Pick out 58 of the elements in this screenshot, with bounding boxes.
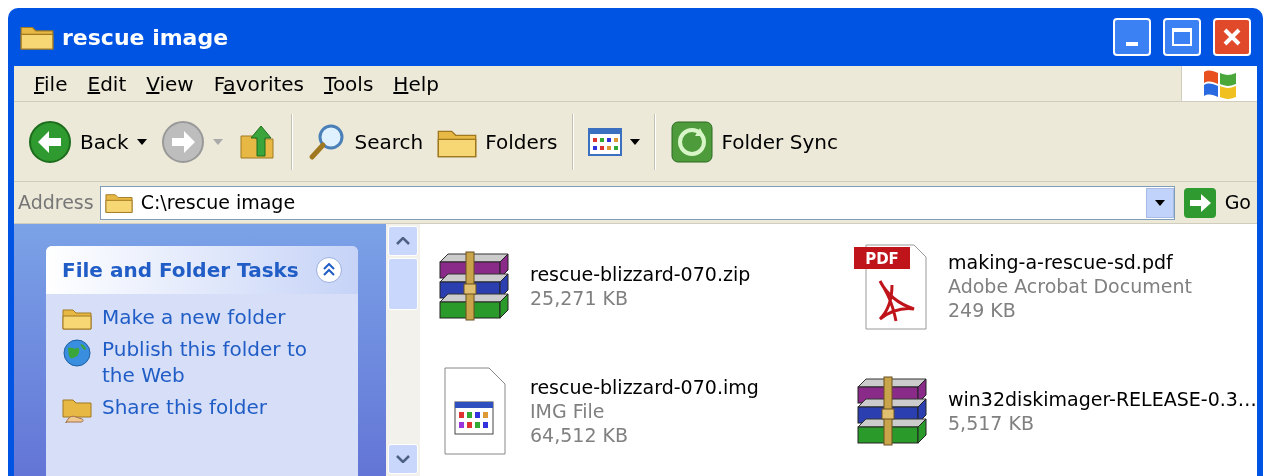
- menu-item[interactable]: Favorites: [205, 68, 313, 99]
- file-detail: 249 KB: [948, 298, 1017, 322]
- back-button[interactable]: Back: [24, 117, 151, 166]
- caret-icon: [1154, 199, 1165, 206]
- file-item[interactable]: PDF making-a-rescue-sd.pdf Adobe Acrobat Document 249 KB: [850, 234, 1257, 338]
- maximize-icon: [1172, 28, 1192, 46]
- tasks-title: File and Folder Tasks: [62, 257, 300, 284]
- file-detail: 5,517 KB: [948, 411, 1035, 435]
- address-value: C:\rescue image: [140, 190, 297, 216]
- caret-icon: [212, 138, 223, 145]
- close-icon: [1222, 27, 1242, 47]
- file-detail: 25,271 KB: [530, 286, 629, 310]
- down-chevron-icon: [396, 455, 410, 463]
- scrollbar[interactable]: [386, 224, 420, 476]
- menu-item[interactable]: Help: [385, 68, 447, 99]
- file-item[interactable]: rescue-blizzard-070.zip 25,271 KB: [432, 234, 850, 338]
- minimize-button[interactable]: [1113, 18, 1151, 56]
- go-button[interactable]: Go: [1180, 186, 1253, 219]
- scroll-down-button[interactable]: [388, 444, 418, 474]
- task-link[interactable]: Share this folder: [102, 394, 322, 420]
- collapse-button[interactable]: [316, 257, 342, 283]
- chevron-icon: [323, 263, 335, 277]
- address-label: Address: [18, 190, 94, 216]
- folder-icon: [104, 191, 133, 214]
- scroll-thumb[interactable]: [388, 258, 418, 310]
- menu-item[interactable]: Tools: [316, 68, 382, 99]
- file-name: win32diskimager-RELEASE-0.3…: [948, 387, 1257, 411]
- window-title: rescue image: [62, 23, 230, 52]
- caret-icon: [136, 138, 147, 145]
- sync-icon: [669, 119, 714, 164]
- folders-button[interactable]: Folders: [433, 123, 562, 160]
- caret-icon: [629, 138, 640, 145]
- file-detail: IMG File: [530, 399, 606, 423]
- close-button[interactable]: [1213, 18, 1251, 56]
- new-folder-icon: [62, 306, 92, 330]
- scroll-up-button[interactable]: [388, 226, 418, 256]
- minimize-icon: [1126, 42, 1138, 46]
- file-name: making-a-rescue-sd.pdf: [948, 250, 1174, 274]
- file-detail: 64,512 KB: [530, 423, 629, 447]
- globe-icon: [62, 338, 92, 368]
- file-detail: Adobe Acrobat Document: [948, 274, 1192, 298]
- up-chevron-icon: [396, 237, 410, 245]
- file-item[interactable]: win32diskimager-RELEASE-0.3… 5,517 KB: [850, 359, 1257, 463]
- dropdown-button[interactable]: [1145, 187, 1174, 218]
- task-link[interactable]: Publish this folder to the Web: [102, 336, 322, 388]
- menu-item[interactable]: Edit: [79, 68, 135, 99]
- views-grid-icon: [587, 127, 622, 156]
- file-name: rescue-blizzard-070.zip: [530, 262, 751, 286]
- maximize-button[interactable]: [1163, 18, 1201, 56]
- menu-item[interactable]: File: [26, 68, 76, 99]
- search-button[interactable]: Search: [302, 119, 428, 164]
- file-name: rescue-blizzard-070.img: [530, 375, 759, 399]
- menu-item[interactable]: View: [138, 68, 202, 99]
- file-item[interactable]: rescue-blizzard-070.img IMG File 64,512 KB: [432, 359, 850, 463]
- sync-button[interactable]: Folder Sync: [665, 117, 842, 166]
- shared-folder-icon: [62, 396, 92, 424]
- address-field[interactable]: C:\rescue image: [99, 185, 1175, 220]
- task-link[interactable]: Make a new folder: [102, 304, 322, 330]
